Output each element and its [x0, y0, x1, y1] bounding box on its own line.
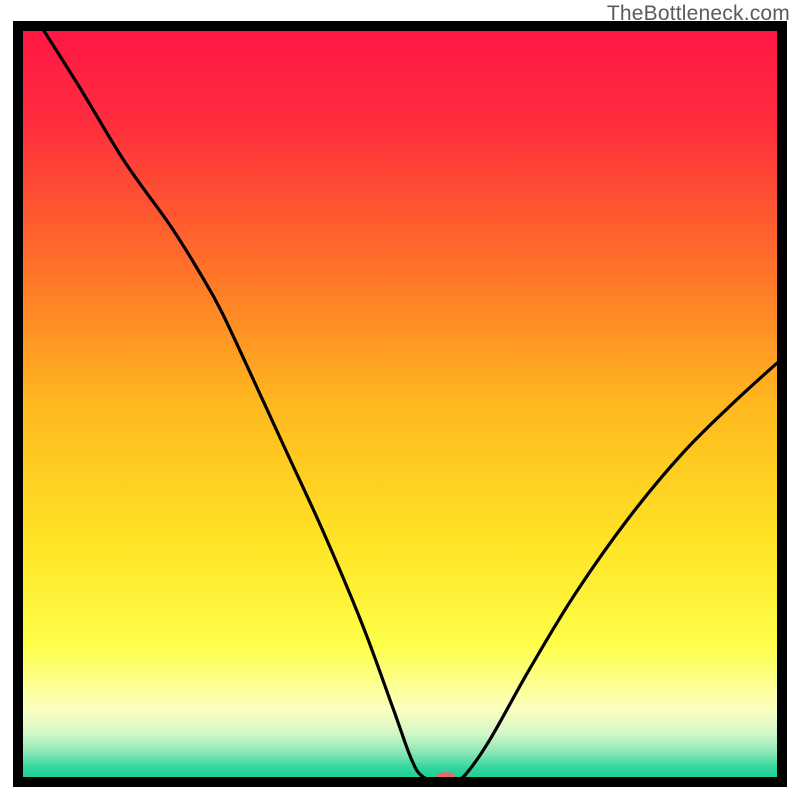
chart-container: TheBottleneck.com	[0, 0, 800, 800]
bottleneck-chart	[0, 0, 800, 800]
watermark-text: TheBottleneck.com	[607, 2, 790, 26]
plot-background	[18, 26, 782, 782]
